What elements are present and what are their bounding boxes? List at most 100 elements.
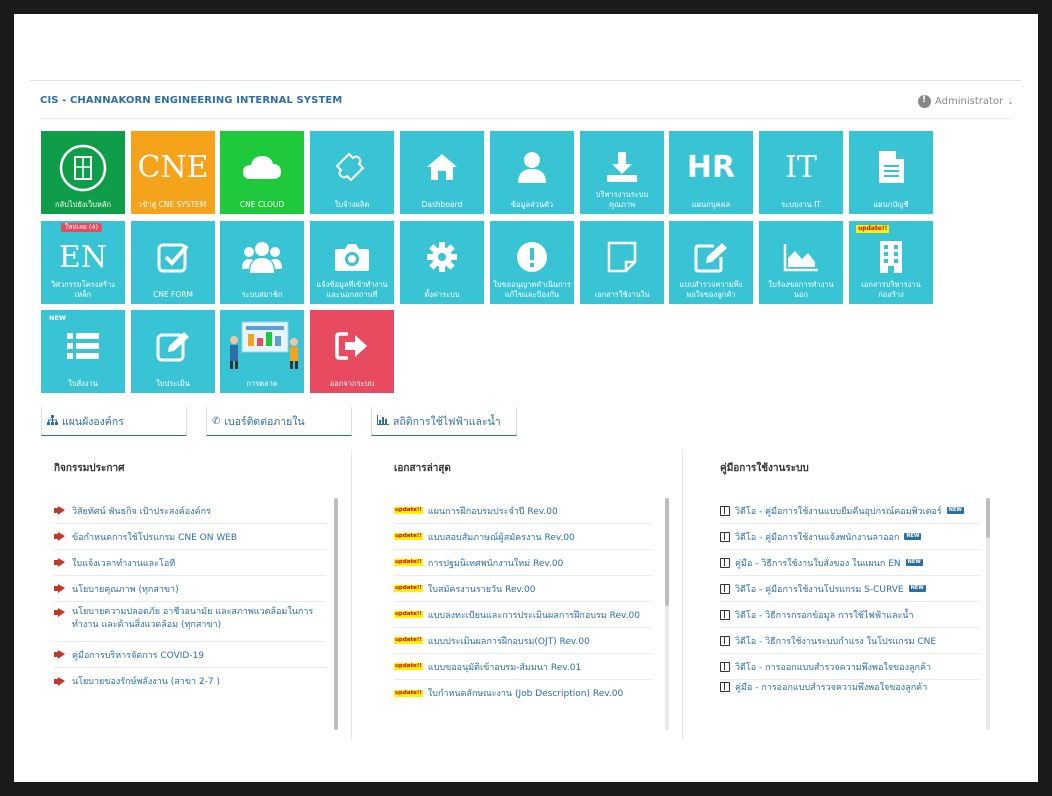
- tile-label: CNE CLOUD: [239, 200, 285, 209]
- utility-stats-label: สถิติการใช้ไฟฟ้าและน้ำ: [393, 415, 501, 428]
- tile-checkin[interactable]: แจ้งข้อมูลที่เข้าทำงานและนอกสถานที่: [310, 221, 394, 304]
- list-item[interactable]: วิดีโอ - วิธีการกรอกข้อมูล การใช้ไฟฟ้าแล…: [720, 602, 980, 628]
- list-item[interactable]: update!! การปฐมนิเทศพนักงานใหม่ Rev.00: [394, 550, 652, 576]
- tile-customer-survey[interactable]: แบบสำรวจความพึงพอใจของลูกค้า: [669, 221, 753, 304]
- tile-evaluation[interactable]: ใบประเมิน: [131, 310, 215, 393]
- docs-panel-title: เอกสารล่าสุด: [394, 463, 451, 474]
- tile-settings[interactable]: ตั้งค่าระบบ: [400, 221, 484, 304]
- list-item[interactable]: วิดีโอ - คู่มือการใช้งานแบบยืมคืนอุปกรณ์…: [720, 498, 980, 524]
- list-item[interactable]: update!! แบบประเมินผลการฝึกอบรม(OJT) Rev.…: [394, 628, 652, 654]
- tile-logout[interactable]: ออกจากระบบ: [310, 310, 394, 393]
- tile-marketing[interactable]: การตลาด: [220, 310, 304, 393]
- en-text-icon: EN: [58, 239, 108, 275]
- building-circle-icon: [41, 141, 125, 195]
- logout-icon: [310, 326, 394, 366]
- news-panel-title: กิจกรรมประกาศ: [54, 463, 125, 474]
- book-icon: [720, 583, 730, 594]
- tile-work-order[interactable]: NEW ใบสั่งงาน: [41, 310, 125, 393]
- tile-label: แจ้งข้อมูลที่เข้าทำงานและนอกสถานที่: [316, 280, 388, 299]
- tile-construction-docs[interactable]: update!! เอกสารบริหารงานก่อสร้าง: [849, 221, 933, 304]
- list-item[interactable]: update!! ใบสมัครงานรายวัน Rev.00: [394, 576, 652, 602]
- tile-label: กลับไปยังเว็บหลัก: [54, 200, 112, 209]
- tile-internal-docs[interactable]: เอกสารใช้งานใน: [580, 221, 664, 304]
- list-item[interactable]: คู่มือ - วิธีการใช้งานใบสั่งของ ในแผนก E…: [720, 550, 980, 576]
- list-item[interactable]: ใบแจ้งเวลาทำงานและโอที: [54, 550, 326, 576]
- org-chart-button[interactable]: แผนผังองค์กร: [41, 407, 187, 436]
- tile-corrective-action[interactable]: ใบขออนุญาตดำเนินการแก้ไขและป้องกัน: [490, 221, 574, 304]
- megaphone-icon: [54, 608, 67, 617]
- system-title: CIS - CHANNAKORN ENGINEERING INTERNAL SY…: [40, 95, 343, 106]
- phone-directory-button[interactable]: ✆ เบอร์ติดต่อภายใน: [206, 407, 352, 436]
- tile-cne-cloud[interactable]: CNE CLOUD: [220, 131, 304, 214]
- tile-steel-engineering[interactable]: ใหม่เลย (4) EN วิศวกรรมโครงสร้างเหล็ก: [41, 221, 125, 304]
- list-item[interactable]: update!! แบบสอบสัมภาษณ์ผู้สมัครงาน Rev.00: [394, 524, 652, 550]
- megaphone-icon: [54, 584, 67, 593]
- list-item[interactable]: วิดีโอ - คู่มือการใช้งานโปรแกรม S-CURVE N…: [720, 576, 980, 602]
- docs-scrollbar[interactable]: [665, 498, 669, 730]
- tile-label: ใบขออนุญาตดำเนินการแก้ไขและป้องกัน: [493, 280, 571, 299]
- list-item[interactable]: นโยบายของรักษ์พลังงาน (สาขา 2-7 ): [54, 668, 326, 694]
- list-item[interactable]: ข้อกำหนดการใช้โปรแกรม CNE ON WEB: [54, 524, 326, 550]
- header-divider: [40, 118, 1012, 119]
- tile-label: ใบสั่งงาน: [68, 379, 98, 388]
- megaphone-icon: [54, 506, 67, 515]
- list-item[interactable]: วิดีโอ - การออกแบบสำรวจความพึงพอใจของลูก…: [720, 654, 980, 680]
- tile-members[interactable]: ระบบสมาชิก: [220, 221, 304, 304]
- tile-cne-system[interactable]: CNE เข้าสู่ CNE SYSTEM: [131, 131, 215, 214]
- list-item[interactable]: update!! แผนการฝึกอบรมประจำปี Rev.00: [394, 498, 652, 524]
- tile-label: ใบประเมิน: [156, 379, 190, 388]
- book-icon: [720, 682, 730, 692]
- news-scrollbar[interactable]: [334, 498, 338, 730]
- new-badge: NEW: [905, 559, 923, 566]
- book-icon: [720, 557, 730, 568]
- chevron-down-icon: ⌄: [1007, 97, 1014, 106]
- tile-label: เข้าสู่ CNE SYSTEM: [139, 200, 207, 209]
- edit-square-icon: [131, 326, 215, 366]
- list-item[interactable]: นโยบายความปลอดภัย อาชีวอนามัย และสภาพแวด…: [54, 602, 326, 642]
- megaphone-icon: [54, 650, 67, 659]
- tile-dashboard[interactable]: Dashboard: [400, 131, 484, 214]
- tile-offsite-request[interactable]: ใบร้องขอการทำงานนอก: [759, 221, 843, 304]
- new-badge: NEW: [904, 533, 922, 540]
- update-badge: update!!: [394, 533, 423, 540]
- tile-label: Dashboard: [421, 200, 463, 209]
- update-badge: update!!: [394, 611, 423, 618]
- book-icon: [720, 609, 730, 620]
- list-item[interactable]: นโยบายคุณภาพ (ทุกสาขา): [54, 576, 326, 602]
- area-chart-icon: [759, 237, 843, 277]
- tile-hr[interactable]: HR แผนกบุคคล: [669, 131, 753, 214]
- utility-stats-button[interactable]: สถิติการใช้ไฟฟ้าและน้ำ: [371, 407, 517, 436]
- document-icon: [849, 147, 933, 187]
- tile-accounting[interactable]: แผนกบัญชี: [849, 131, 933, 214]
- list-item[interactable]: update!! ใบกำหนดลักษณะงาน (Job Descriptio…: [394, 680, 652, 706]
- presentation-illustration: [220, 318, 304, 370]
- tile-cne-form[interactable]: CNE FORM: [131, 221, 215, 304]
- list-item[interactable]: update!! แบบลงทะเบียนและการประเมินผลการฝึ…: [394, 602, 652, 628]
- tile-label: ใบร้องขอการทำงานนอก: [768, 280, 834, 299]
- manuals-scrollbar[interactable]: [986, 498, 990, 730]
- list-item[interactable]: คู่มือการบริหารจัดการ COVID-19: [54, 642, 326, 668]
- list-item[interactable]: วิสัยทัศน์ พันธกิจ เป้าประสงค์องค์กร: [54, 498, 326, 524]
- list-item[interactable]: วิดีโอ - วิธีการใช้งานระบบกำแรง ในโปรแกร…: [720, 628, 980, 654]
- update-badge: update!!: [394, 585, 423, 592]
- list-icon: [41, 326, 125, 366]
- it-text-icon: IT: [785, 149, 817, 185]
- camera-icon: [310, 237, 394, 277]
- tile-it[interactable]: IT ระบบงาน IT: [759, 131, 843, 214]
- user-menu[interactable]: Administrator ⌄: [918, 95, 1014, 108]
- alert-icon: [490, 237, 574, 277]
- news-panel: กิจกรรมประกาศ วิสัยทัศน์ พันธกิจ เป้าประ…: [54, 450, 344, 740]
- org-chart-label: แผนผังองค์กร: [62, 415, 124, 428]
- download-icon: [580, 147, 664, 187]
- tile-quality-system[interactable]: บริหารงานระบบคุณภาพ: [580, 131, 664, 214]
- list-item[interactable]: update!! แบบขออนุมัติเข้าอบรม-สัมมนา Rev.…: [394, 654, 652, 680]
- update-badge: update!!: [394, 689, 423, 697]
- manuals-panel-title: คู่มือการใช้งานระบบ: [720, 463, 809, 474]
- list-item[interactable]: คู่มือ - การออกแบบสำรวจความพึงพอใจของลูก…: [720, 680, 980, 694]
- book-icon: [720, 505, 730, 516]
- list-item[interactable]: วิดีโอ - คู่มือการใช้งานแจ้งพนักงานลาออก…: [720, 524, 980, 550]
- tile-profile[interactable]: ข้อมูลส่วนตัว: [490, 131, 574, 214]
- puzzle-icon: [310, 147, 394, 187]
- tile-production-order[interactable]: ใบจ้างผลิต: [310, 131, 394, 214]
- tile-main-site[interactable]: กลับไปยังเว็บหลัก: [41, 131, 125, 214]
